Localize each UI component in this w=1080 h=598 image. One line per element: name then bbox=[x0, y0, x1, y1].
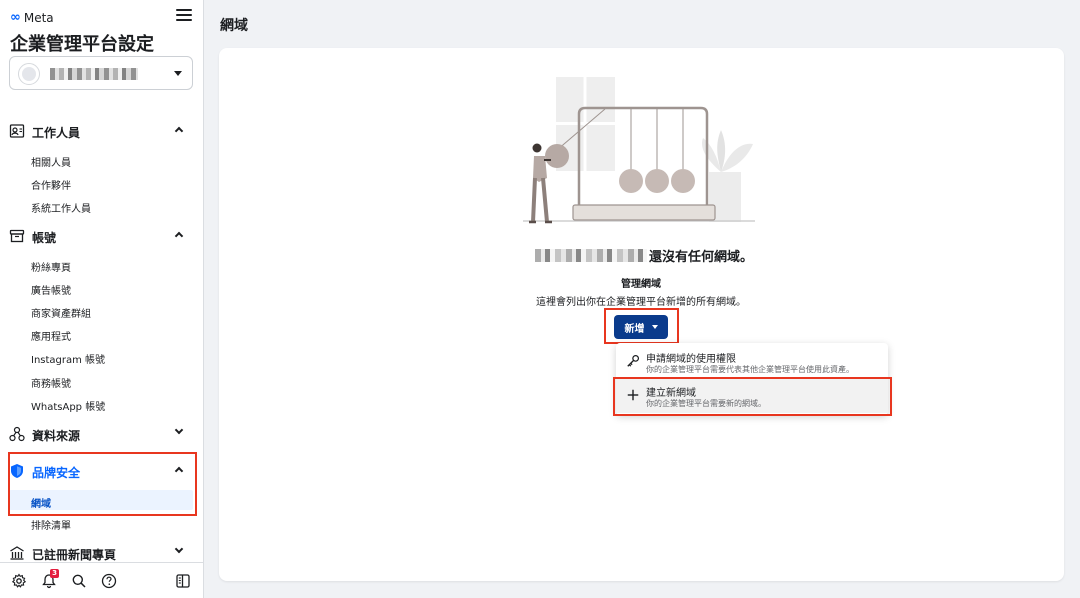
nav-section-label: 帳號 bbox=[32, 231, 57, 245]
key-icon bbox=[627, 354, 640, 367]
meta-brand: ∞ Meta bbox=[10, 10, 54, 25]
panel-toggle-icon[interactable] bbox=[175, 573, 191, 589]
sidebar-item-business-accounts[interactable]: 商務帳號 bbox=[31, 375, 71, 390]
menu-item-request-domain-access[interactable]: 申請網域的使用權限 你的企業管理平台需要代表其他企業管理平台使用此資產。 bbox=[616, 345, 888, 379]
gear-icon[interactable] bbox=[11, 573, 27, 589]
account-avatar bbox=[18, 63, 40, 85]
app-title: 企業管理平台設定 bbox=[10, 34, 154, 55]
sidebar-item-instagram-accounts[interactable]: Instagram 帳號 bbox=[31, 351, 105, 366]
business-name-redacted bbox=[535, 249, 647, 262]
menu-item-create-new-domain[interactable]: 建立新網域 你的企業管理平台需要新的網域。 bbox=[616, 379, 888, 413]
chevron-down-icon bbox=[174, 425, 184, 435]
nav-section-label: 資料來源 bbox=[32, 429, 81, 443]
sidebar-item-people[interactable]: 相關人員 bbox=[31, 154, 71, 169]
sidebar-footer: 3 bbox=[0, 562, 203, 598]
data-nodes-icon bbox=[9, 426, 25, 442]
menu-item-description: 你的企業管理平台需要代表其他企業管理平台使用此資產。 bbox=[646, 365, 854, 374]
section-title: 管理網域 bbox=[621, 279, 661, 290]
nav-section-brand-safety[interactable]: 品牌安全 bbox=[8, 461, 194, 483]
empty-state-illustration bbox=[523, 77, 755, 224]
account-name-redacted bbox=[50, 68, 138, 80]
nav-section-data-sources[interactable]: 資料來源 bbox=[8, 424, 194, 446]
sidebar-item-system-users[interactable]: 系統工作人員 bbox=[31, 200, 91, 215]
add-button[interactable]: 新增 bbox=[614, 315, 668, 339]
add-dropdown-menu: 申請網域的使用權限 你的企業管理平台需要代表其他企業管理平台使用此資產。 建立新… bbox=[616, 343, 888, 415]
nav-section-label: 已註冊新聞專頁 bbox=[32, 548, 117, 562]
sidebar-item-apps[interactable]: 應用程式 bbox=[31, 328, 71, 343]
menu-item-title: 建立新網域 bbox=[646, 388, 696, 399]
archive-box-icon bbox=[9, 229, 25, 243]
empty-state-heading: 還沒有任何網域。 bbox=[535, 246, 753, 265]
help-icon[interactable] bbox=[101, 573, 117, 589]
business-account-selector[interactable] bbox=[9, 56, 193, 90]
section-description: 這裡會列出你在企業管理平台新增的所有網域。 bbox=[536, 297, 746, 308]
chevron-up-icon bbox=[174, 466, 184, 476]
chevron-up-icon bbox=[174, 231, 184, 241]
sidebar-item-partners[interactable]: 合作夥伴 bbox=[31, 177, 71, 192]
add-button-label: 新增 bbox=[624, 323, 645, 335]
nav-section-label: 工作人員 bbox=[32, 126, 81, 140]
empty-state-heading-text: 還沒有任何網域。 bbox=[649, 250, 754, 265]
sidebar-item-block-lists[interactable]: 排除清單 bbox=[31, 517, 71, 532]
plus-icon bbox=[627, 389, 639, 401]
menu-item-title: 申請網域的使用權限 bbox=[646, 354, 736, 365]
caret-down-icon bbox=[174, 71, 182, 76]
nav-section-accounts[interactable]: 帳號 bbox=[8, 226, 194, 248]
building-icon bbox=[10, 546, 24, 560]
sidebar-item-pages[interactable]: 粉絲專頁 bbox=[31, 259, 71, 274]
person-badge-icon bbox=[9, 124, 25, 138]
sidebar-item-whatsapp-accounts[interactable]: WhatsApp 帳號 bbox=[31, 398, 105, 413]
hamburger-menu-icon[interactable] bbox=[176, 9, 192, 23]
meta-logo-icon: ∞ bbox=[10, 10, 21, 25]
menu-item-description: 你的企業管理平台需要新的網域。 bbox=[646, 399, 766, 408]
notification-count-badge: 3 bbox=[50, 569, 59, 578]
search-icon[interactable] bbox=[71, 573, 87, 589]
nav-section-label: 品牌安全 bbox=[32, 466, 81, 480]
sidebar-item-domains[interactable]: 網域 bbox=[9, 490, 193, 510]
shield-icon bbox=[11, 464, 23, 478]
chevron-up-icon bbox=[174, 126, 184, 136]
chevron-down-icon bbox=[174, 544, 184, 554]
brand-name: Meta bbox=[23, 10, 54, 25]
caret-down-icon bbox=[651, 325, 658, 329]
page-title: 網域 bbox=[220, 18, 248, 34]
nav-section-users[interactable]: 工作人員 bbox=[8, 121, 194, 143]
